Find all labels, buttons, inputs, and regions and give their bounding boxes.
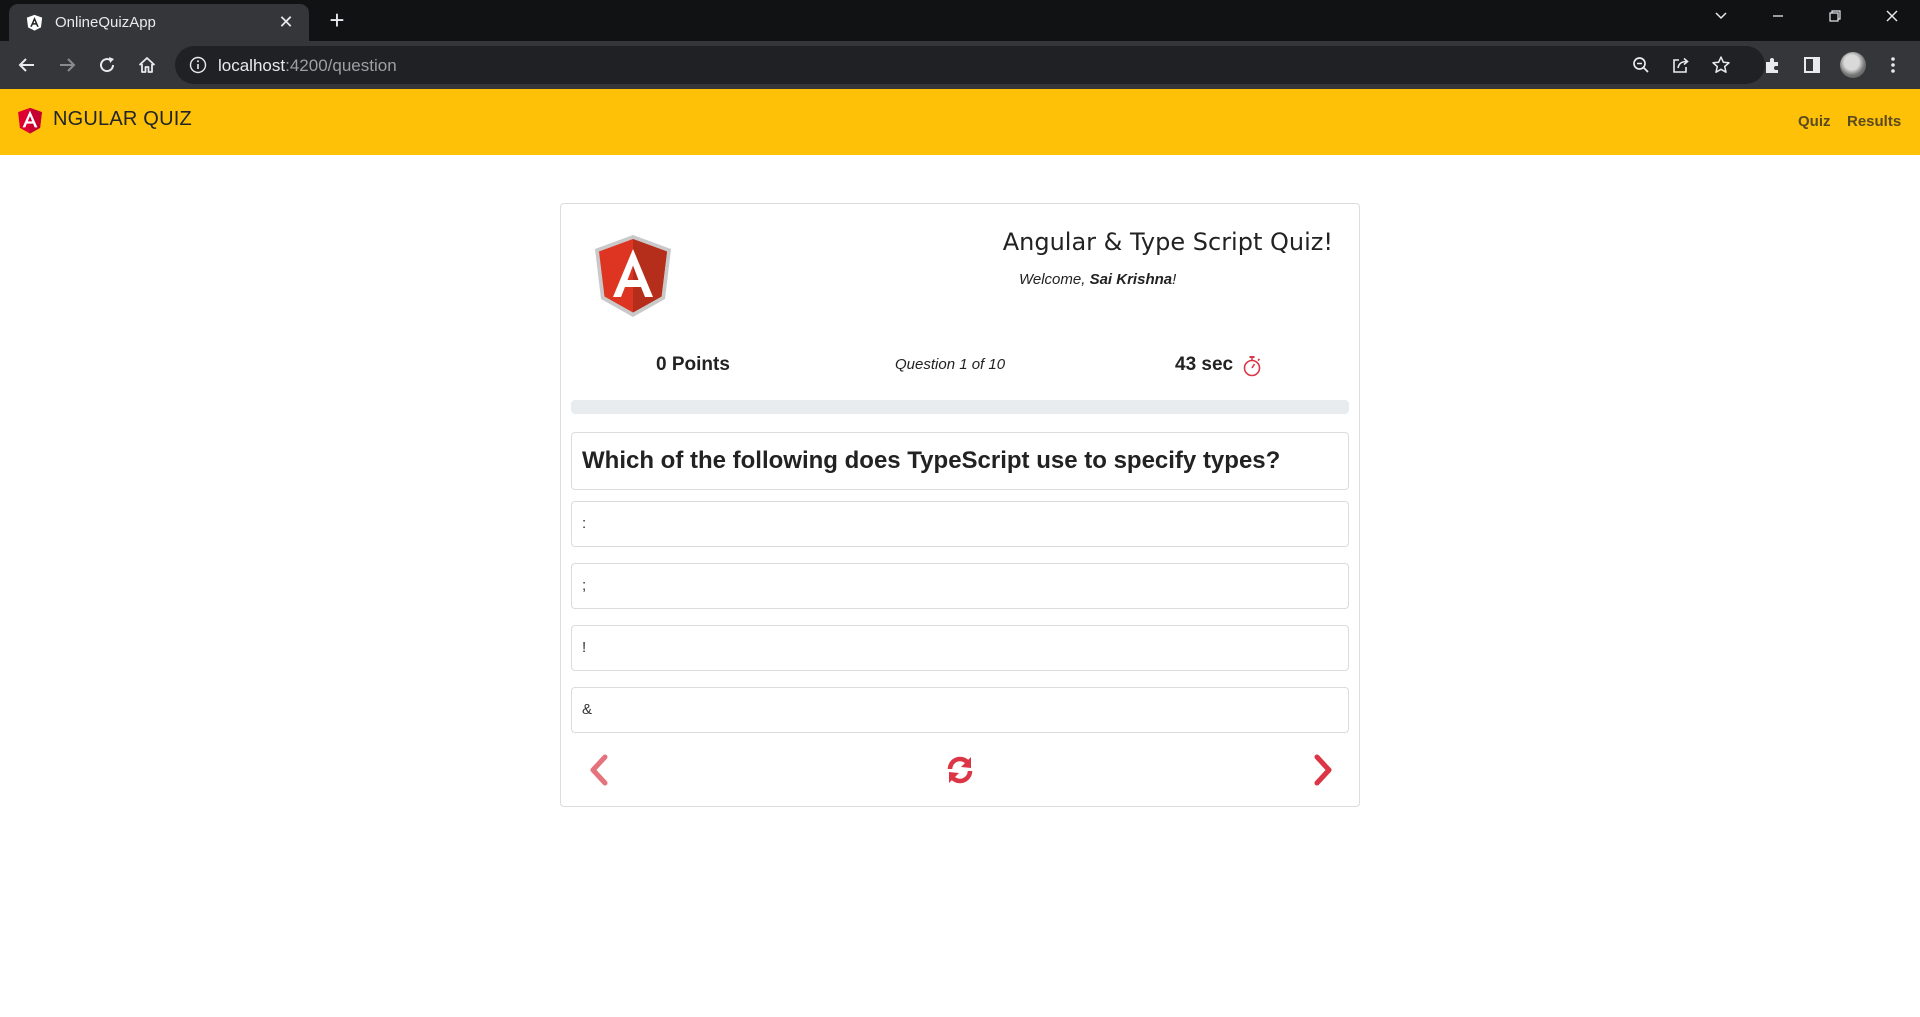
nav-link-quiz[interactable]: Quiz — [1798, 113, 1831, 130]
menu-kebab-icon[interactable] — [1880, 52, 1906, 78]
address-bar[interactable]: localhost:4200/question — [175, 46, 1765, 84]
extensions-icon[interactable] — [1759, 52, 1785, 78]
answer-option-2[interactable]: ; — [571, 563, 1349, 609]
url-text: localhost:4200/question — [218, 56, 397, 76]
share-icon[interactable] — [1668, 52, 1694, 78]
forward-icon[interactable] — [54, 52, 80, 78]
browser-toolbar: localhost:4200/question — [0, 41, 1920, 89]
restore-icon[interactable] — [1806, 0, 1863, 38]
quiz-card: Angular & Type Script Quiz! Welcome, Sai… — [560, 203, 1360, 807]
side-panel-icon[interactable] — [1799, 52, 1825, 78]
reload-icon[interactable] — [94, 52, 120, 78]
answer-option-1[interactable]: : — [571, 501, 1349, 547]
answer-option-4[interactable]: & — [571, 687, 1349, 733]
quiz-title: Angular & Type Script Quiz! — [1002, 228, 1333, 256]
close-window-icon[interactable] — [1863, 0, 1920, 38]
welcome-prefix: Welcome, — [1019, 271, 1090, 288]
app-navbar: NGULAR QUIZ Quiz Results — [0, 89, 1920, 155]
points-label: 0 Points — [656, 354, 730, 375]
refresh-icon — [947, 756, 973, 784]
welcome-suffix: ! — [1172, 271, 1177, 288]
quiz-progress-bar — [571, 400, 1349, 414]
site-info-icon[interactable] — [189, 56, 207, 74]
timer-label: 43 sec — [1175, 354, 1234, 375]
bookmark-star-icon[interactable] — [1708, 52, 1734, 78]
previous-button[interactable] — [581, 752, 617, 788]
question-text: Which of the following does TypeScript u… — [571, 432, 1349, 490]
reset-button[interactable] — [942, 752, 978, 788]
home-icon[interactable] — [134, 52, 160, 78]
next-button[interactable] — [1305, 752, 1341, 788]
answer-option-3[interactable]: ! — [571, 625, 1349, 671]
angular-shield-logo-icon — [595, 235, 671, 317]
brand-text[interactable]: NGULAR QUIZ — [53, 108, 192, 131]
chevron-left-icon — [590, 754, 608, 786]
question-counter: Question 1 of 10 — [895, 356, 1006, 373]
user-name: Sai Krishna — [1089, 271, 1173, 288]
url-path: :4200/question — [285, 56, 397, 75]
browser-titlebar: OnlineQuizApp ✕ + — [0, 0, 1920, 41]
tab-close-icon[interactable]: ✕ — [275, 11, 297, 33]
browser-tab[interactable]: OnlineQuizApp ✕ — [9, 4, 309, 41]
url-host: localhost — [218, 56, 286, 75]
angular-logo-icon[interactable] — [14, 102, 46, 138]
tab-title: OnlineQuizApp — [55, 14, 156, 31]
new-tab-icon[interactable]: + — [322, 7, 352, 35]
stopwatch-icon — [1243, 356, 1261, 377]
minimize-icon[interactable] — [1749, 0, 1806, 38]
angular-favicon-icon — [26, 14, 43, 31]
welcome-text: Welcome, Sai Krishna! — [1019, 271, 1176, 288]
profile-avatar[interactable] — [1840, 52, 1866, 78]
nav-link-results[interactable]: Results — [1847, 113, 1901, 130]
tab-search-icon[interactable] — [1692, 0, 1749, 38]
chevron-right-icon — [1314, 754, 1332, 786]
back-icon[interactable] — [14, 52, 40, 78]
zoom-icon[interactable] — [1628, 52, 1654, 78]
